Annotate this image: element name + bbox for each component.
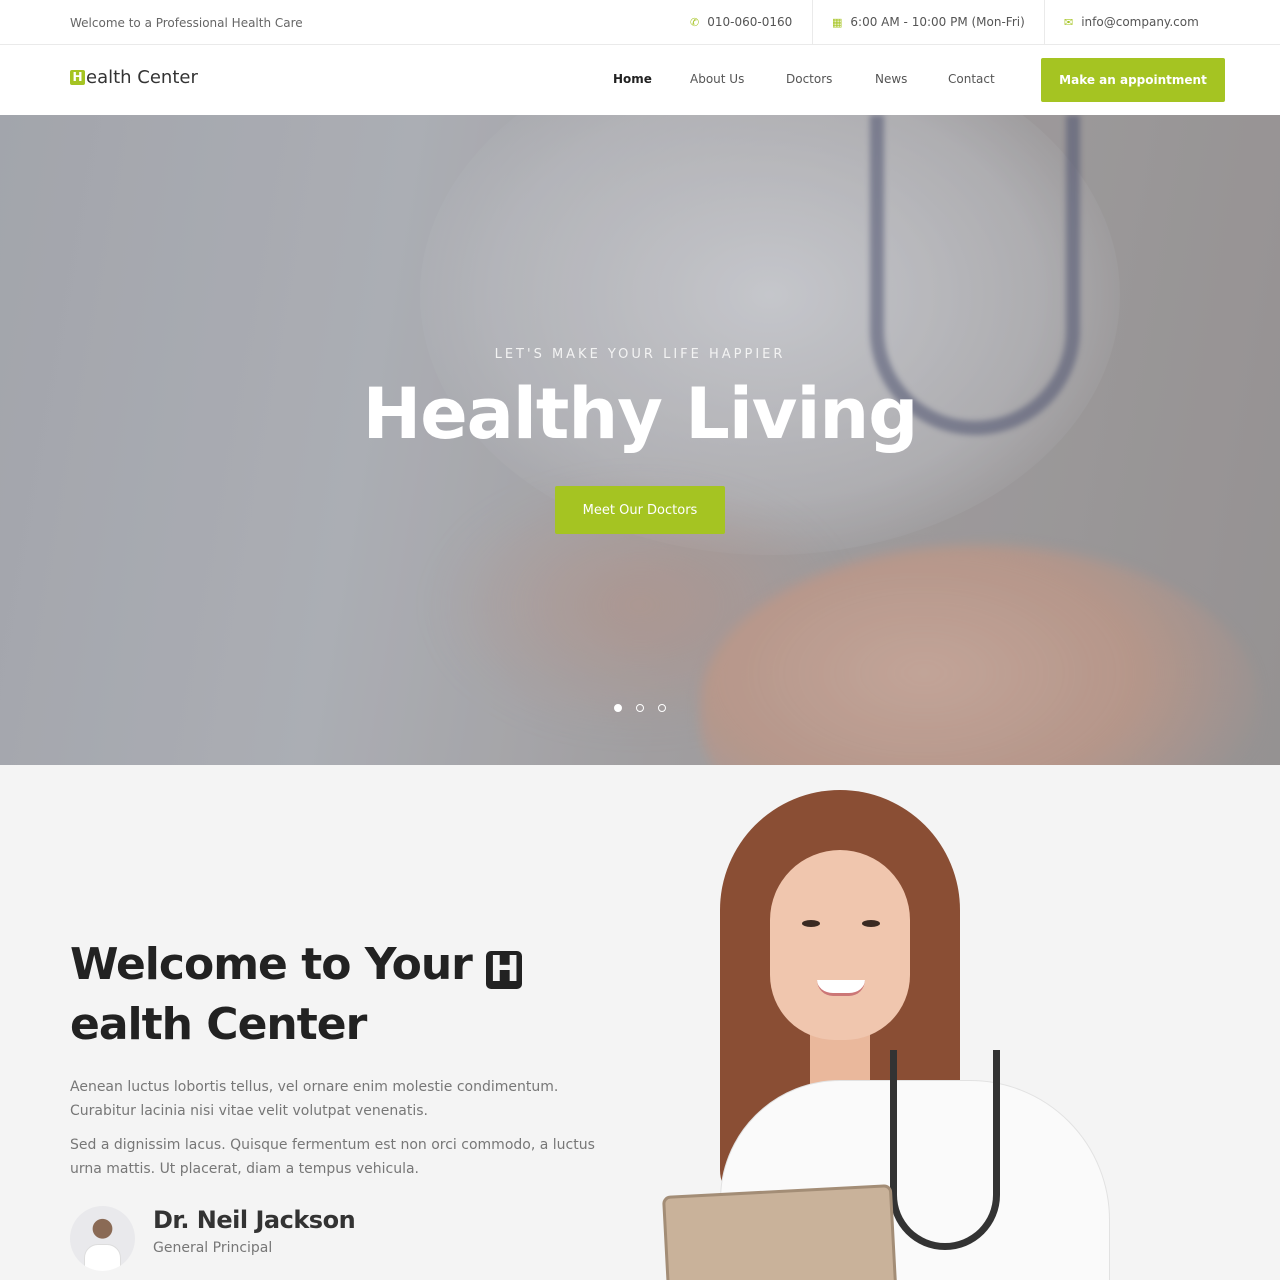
hours-info: ▦ 6:00 AM - 10:00 PM (Mon-Fri) [832,0,1025,44]
slider-dots [0,704,1280,712]
hero-kicker: LET'S MAKE YOUR LIFE HAPPIER [494,347,786,362]
top-bar: Welcome to a Professional Health Care ✆ … [0,0,1280,45]
doctor-name: Dr. Neil Jackson [153,1206,356,1234]
email-info[interactable]: ✉ info@company.com [1064,0,1199,44]
welcome-section: Welcome to Your Health Center Aenean luc… [0,765,1280,1280]
slider-dot-2[interactable] [636,704,644,712]
email-address: info@company.com [1081,15,1199,29]
logo-text: ealth Center [86,67,198,88]
nav-contact[interactable]: Contact [948,72,995,86]
slider-dot-3[interactable] [658,704,666,712]
doctor-role: General Principal [153,1240,273,1256]
nav-home[interactable]: Home [613,72,652,86]
phone-icon: ✆ [690,15,700,29]
nav-news[interactable]: News [875,72,907,86]
welcome-text: Welcome to a Professional Health Care [70,16,303,30]
meet-our-doctors-button[interactable]: Meet Our Doctors [555,486,725,534]
divider [1044,0,1045,44]
welcome-paragraph-2: Sed a dignissim lacus. Quisque fermentum… [70,1137,595,1177]
divider [812,0,813,44]
logo[interactable]: H ealth Center [70,67,198,88]
slider-dot-1[interactable] [614,704,622,712]
welcome-title-part2: ealth Center [70,999,367,1050]
welcome-title-part1: Welcome to Your [70,939,487,990]
female-doctor-image [660,790,1140,1280]
calendar-icon: ▦ [832,15,843,29]
hero-title: Healthy Living [362,373,919,455]
make-appointment-button[interactable]: Make an appointment [1041,58,1225,102]
doctor-avatar [70,1206,135,1271]
nav-about-us[interactable]: About Us [690,72,744,86]
welcome-title: Welcome to Your Health Center [70,935,630,1055]
nav-doctors[interactable]: Doctors [786,72,832,86]
envelope-icon: ✉ [1064,15,1074,29]
phone-info[interactable]: ✆ 010-060-0160 [690,0,792,44]
main-header: H ealth Center Home About Us Doctors New… [0,45,1280,115]
logo-h-icon: H [70,70,85,85]
hero-slider: LET'S MAKE YOUR LIFE HAPPIER Healthy Liv… [0,115,1280,765]
opening-hours: 6:00 AM - 10:00 PM (Mon-Fri) [850,15,1025,29]
phone-number: 010-060-0160 [707,15,793,29]
welcome-paragraph-1: Aenean luctus lobortis tellus, vel ornar… [70,1079,559,1119]
h-logo-icon: H [486,951,523,989]
